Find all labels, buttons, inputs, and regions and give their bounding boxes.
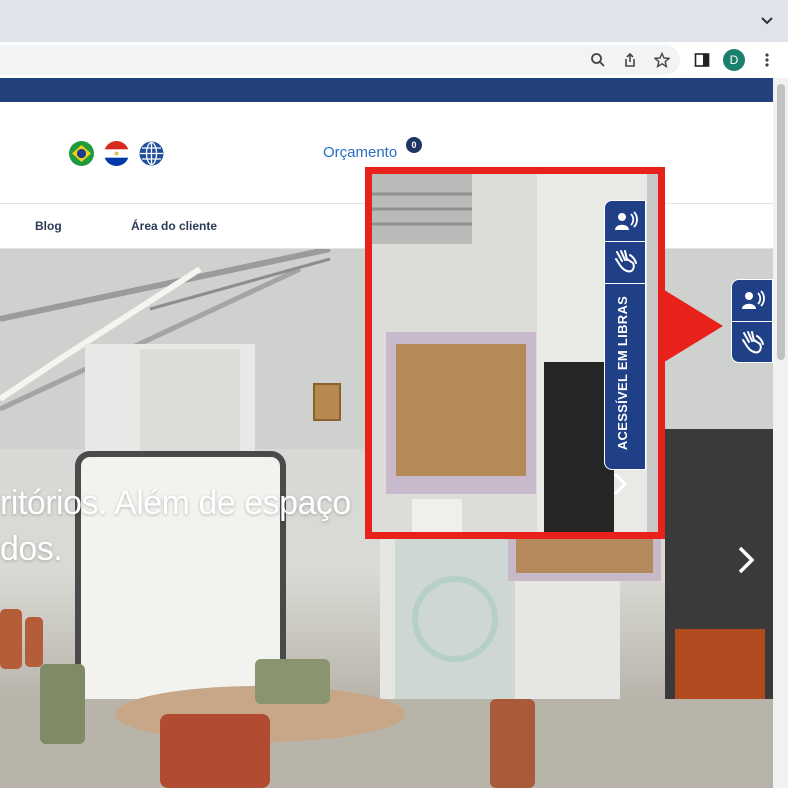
brazil-flag-icon[interactable] — [69, 141, 94, 166]
chevron-down-icon[interactable] — [760, 14, 774, 28]
widget-divider — [605, 283, 647, 284]
widget-divider — [732, 321, 774, 322]
top-navy-bar — [0, 78, 773, 102]
sign-language-hands-icon[interactable] — [740, 330, 766, 356]
callout-arrow-icon — [661, 288, 723, 364]
paraguay-flag-icon[interactable] — [104, 141, 129, 166]
carousel-next-icon[interactable] — [736, 544, 756, 576]
side-panel-icon[interactable] — [694, 52, 710, 68]
globe-icon[interactable] — [139, 141, 164, 166]
nav-item-client-area[interactable]: Área do cliente — [131, 219, 217, 233]
hero-headline-line-1: ritórios. Além de espaço — [0, 484, 351, 522]
hero-headline-line-2: dos. — [0, 530, 63, 568]
zoomed-libras-widget: ACESSÍVEL EM LIBRAS — [604, 200, 647, 470]
libras-accessibility-widget[interactable] — [731, 279, 774, 363]
scrollbar-thumb[interactable] — [777, 84, 785, 360]
libras-label: ACESSÍVEL EM LIBRAS — [615, 295, 630, 451]
budget-count-badge: 0 — [406, 137, 422, 153]
star-icon[interactable] — [654, 52, 670, 68]
kebab-menu-icon[interactable] — [759, 52, 775, 68]
address-bar[interactable] — [0, 45, 680, 75]
nav-item-blog[interactable]: Blog — [35, 219, 62, 233]
sign-language-hands-icon — [615, 250, 637, 273]
audio-speaker-icon[interactable] — [741, 289, 765, 311]
browser-tab-strip — [0, 0, 788, 42]
share-icon[interactable] — [622, 52, 638, 68]
profile-avatar[interactable]: D — [723, 49, 745, 71]
audio-speaker-icon — [615, 211, 638, 230]
widget-divider — [605, 241, 647, 242]
budget-link[interactable]: Orçamento — [323, 144, 397, 161]
search-icon[interactable] — [590, 52, 606, 68]
